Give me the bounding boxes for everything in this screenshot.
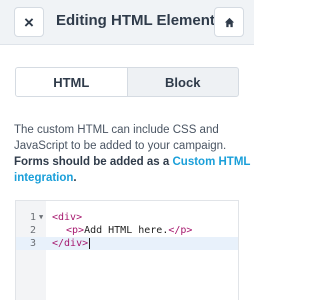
close-button[interactable]: × — [14, 7, 44, 37]
forms-note: Forms should be added as a — [14, 156, 173, 168]
code-tag: </div> — [52, 238, 89, 249]
fold-arrow-icon[interactable]: ▼ — [39, 211, 43, 224]
code-editor[interactable]: 1 ▼ <div> 2 <p>Add HTML here.</p> 3 </di… — [15, 200, 239, 300]
forms-note-end: . — [73, 172, 77, 184]
code-tag: <p> — [66, 225, 85, 236]
panel-header: × Editing HTML Element — [0, 0, 254, 45]
close-icon: × — [24, 12, 34, 32]
tab-block[interactable]: Block — [128, 68, 239, 96]
line-number: 2 — [29, 225, 36, 236]
code-line[interactable]: 2 <p>Add HTML here.</p> — [16, 224, 238, 237]
custom-html-integration-link-part1[interactable]: Custom HTML — [172, 156, 250, 168]
description-line-2: JavaScript to be added to your campaign. — [14, 140, 227, 152]
code-line[interactable]: 1 ▼ <div> — [16, 211, 238, 224]
code-line-current[interactable]: 3 </div> — [16, 237, 238, 250]
code-tag: </p> — [168, 225, 193, 236]
panel-title: Editing HTML Element — [56, 12, 215, 29]
custom-html-integration-link-part2[interactable]: integration — [14, 172, 73, 184]
mode-tabs: HTML Block — [15, 67, 239, 97]
home-button[interactable] — [214, 7, 244, 37]
description-text: The custom HTML can include CSS and Java… — [14, 122, 250, 186]
line-number: 3 — [29, 238, 36, 249]
tab-html[interactable]: HTML — [16, 68, 128, 96]
home-icon — [224, 17, 234, 27]
text-cursor — [89, 237, 91, 249]
line-number: 1 — [29, 212, 36, 223]
description-line-1: The custom HTML can include CSS and — [14, 124, 219, 136]
code-tag: <div> — [52, 212, 83, 223]
code-text: Add HTML here. — [84, 225, 169, 236]
